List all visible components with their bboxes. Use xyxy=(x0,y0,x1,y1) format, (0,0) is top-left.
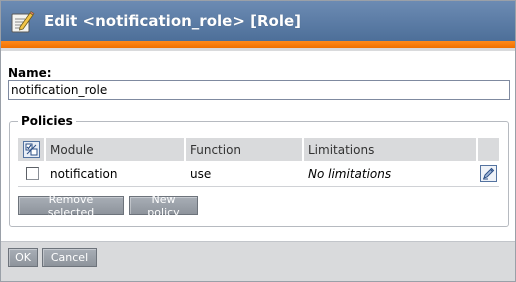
name-label: Name: xyxy=(8,66,52,80)
edit-pencil-icon[interactable] xyxy=(480,165,497,182)
title-bar: Edit <notification_role> [Role] xyxy=(1,1,515,41)
toggle-selection-icon[interactable] xyxy=(22,141,40,158)
new-policy-button[interactable]: New policy xyxy=(129,193,198,219)
cell-limitations: No limitations xyxy=(304,161,478,186)
edit-role-window: Edit <notification_role> [Role] Name: Po… xyxy=(0,0,516,282)
edit-column-header xyxy=(478,138,499,161)
table-row: notification use No limitations xyxy=(18,161,499,187)
edit-notepad-icon xyxy=(9,9,35,35)
cancel-button[interactable]: Cancel xyxy=(42,248,97,267)
policies-legend: Policies xyxy=(18,114,76,128)
title-accent-bar xyxy=(1,41,515,51)
limitations-text: No limitations xyxy=(308,166,392,181)
column-header-function: Function xyxy=(186,138,304,161)
column-header-limitations: Limitations xyxy=(304,138,478,161)
remove-selected-button[interactable]: Remove selected xyxy=(18,193,124,219)
table-header: Module Function Limitations xyxy=(18,138,499,161)
cell-function: use xyxy=(190,166,212,181)
column-header-module: Module xyxy=(46,138,186,161)
select-column-header xyxy=(18,138,46,161)
row-checkbox[interactable] xyxy=(25,167,39,180)
policies-table: Module Function Limitations notification… xyxy=(18,138,499,187)
row-select-cell xyxy=(18,161,46,186)
window-title: Edit <notification_role> [Role] xyxy=(44,12,301,30)
name-field[interactable] xyxy=(8,80,510,100)
ok-button[interactable]: OK xyxy=(8,248,38,267)
cell-module: notification xyxy=(50,166,118,181)
row-edit-cell xyxy=(478,161,499,186)
